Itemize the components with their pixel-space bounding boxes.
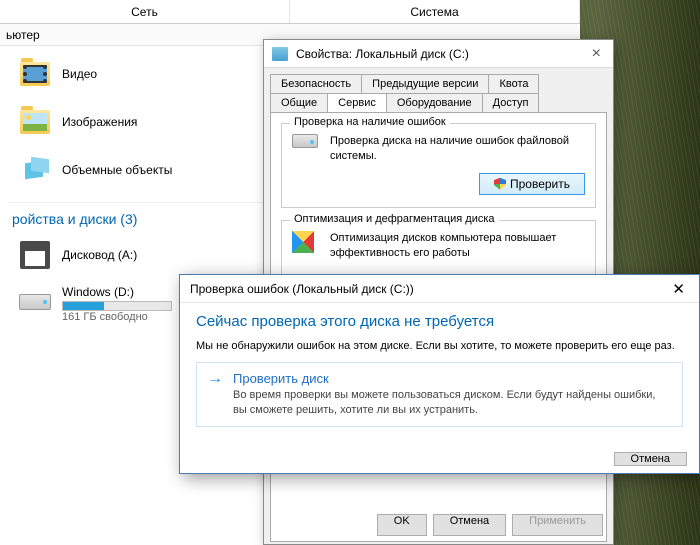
- check-title: Проверка ошибок (Локальный диск (C:)): [190, 282, 414, 296]
- optimize-group: Оптимизация и дефрагментация диска Оптим…: [281, 220, 596, 275]
- hdd-icon: [19, 294, 51, 310]
- drive-label: Windows (D:): [62, 285, 172, 299]
- tab-tools[interactable]: Сервис: [327, 93, 387, 112]
- tab-row-1: Безопасность Предыдущие версии Квота: [264, 68, 613, 93]
- pictures-folder-icon: [20, 110, 50, 134]
- folder-label: Изображения: [62, 115, 137, 129]
- properties-titlebar[interactable]: Свойства: Локальный диск (C:) ×: [264, 40, 613, 68]
- error-checking-group: Проверка на наличие ошибок Проверка диск…: [281, 123, 596, 208]
- tab-sharing[interactable]: Доступ: [482, 93, 540, 112]
- folder-label: Видео: [62, 67, 97, 81]
- cancel-button[interactable]: Отмена: [433, 514, 506, 536]
- group-text: Оптимизация дисков компьютера повышает э…: [330, 231, 585, 262]
- arrow-icon: →: [207, 371, 223, 418]
- explorer-ribbon-tabs: Сеть Система: [0, 0, 580, 24]
- check-message: Мы не обнаружили ошибок на этом диске. Е…: [196, 340, 683, 352]
- drive-free-space: 161 ГБ свободно: [62, 311, 172, 323]
- tab-security[interactable]: Безопасность: [270, 74, 362, 93]
- ribbon-tab-system[interactable]: Система: [290, 0, 580, 23]
- defrag-icon: [292, 231, 314, 253]
- floppy-icon: [20, 241, 50, 269]
- drive-label: Дисковод (A:): [62, 248, 137, 262]
- close-icon[interactable]: ✕: [668, 280, 689, 298]
- properties-title: Свойства: Локальный диск (C:): [296, 47, 469, 61]
- tab-hardware[interactable]: Оборудование: [386, 93, 483, 112]
- error-check-dialog: Проверка ошибок (Локальный диск (C:)) ✕ …: [179, 274, 700, 474]
- option-desc: Во время проверки вы можете пользоваться…: [233, 388, 672, 418]
- hdd-icon: [292, 134, 318, 148]
- group-title: Проверка на наличие ошибок: [290, 116, 450, 128]
- close-icon[interactable]: ×: [588, 45, 605, 63]
- apply-button[interactable]: Применить: [512, 514, 603, 536]
- drive-icon: [272, 47, 288, 61]
- shield-icon: [494, 178, 506, 190]
- cancel-button[interactable]: Отмена: [614, 452, 687, 466]
- check-button[interactable]: Проверить: [479, 173, 585, 195]
- scan-drive-option[interactable]: → Проверить диск Во время проверки вы мо…: [196, 362, 683, 427]
- dialog-buttons: OK Отмена Применить: [377, 514, 603, 536]
- drive-usage-bar: [62, 301, 172, 311]
- check-heading: Сейчас проверка этого диска не требуется: [196, 313, 683, 330]
- 3d-objects-icon: [21, 158, 49, 182]
- check-titlebar[interactable]: Проверка ошибок (Локальный диск (C:)) ✕: [180, 275, 699, 303]
- ribbon-tab-network[interactable]: Сеть: [0, 0, 290, 23]
- folder-label: Объемные объекты: [62, 163, 172, 177]
- videos-folder-icon: [20, 62, 50, 86]
- group-title: Оптимизация и дефрагментация диска: [290, 213, 499, 225]
- group-text: Проверка диска на наличие ошибок файлово…: [330, 134, 585, 165]
- option-title: Проверить диск: [233, 371, 672, 386]
- ok-button[interactable]: OK: [377, 514, 427, 536]
- tab-quota[interactable]: Квота: [488, 74, 539, 93]
- tab-general[interactable]: Общие: [270, 93, 328, 112]
- tab-row-2: Общие Сервис Оборудование Доступ: [264, 93, 613, 112]
- tab-previous-versions[interactable]: Предыдущие версии: [361, 74, 489, 93]
